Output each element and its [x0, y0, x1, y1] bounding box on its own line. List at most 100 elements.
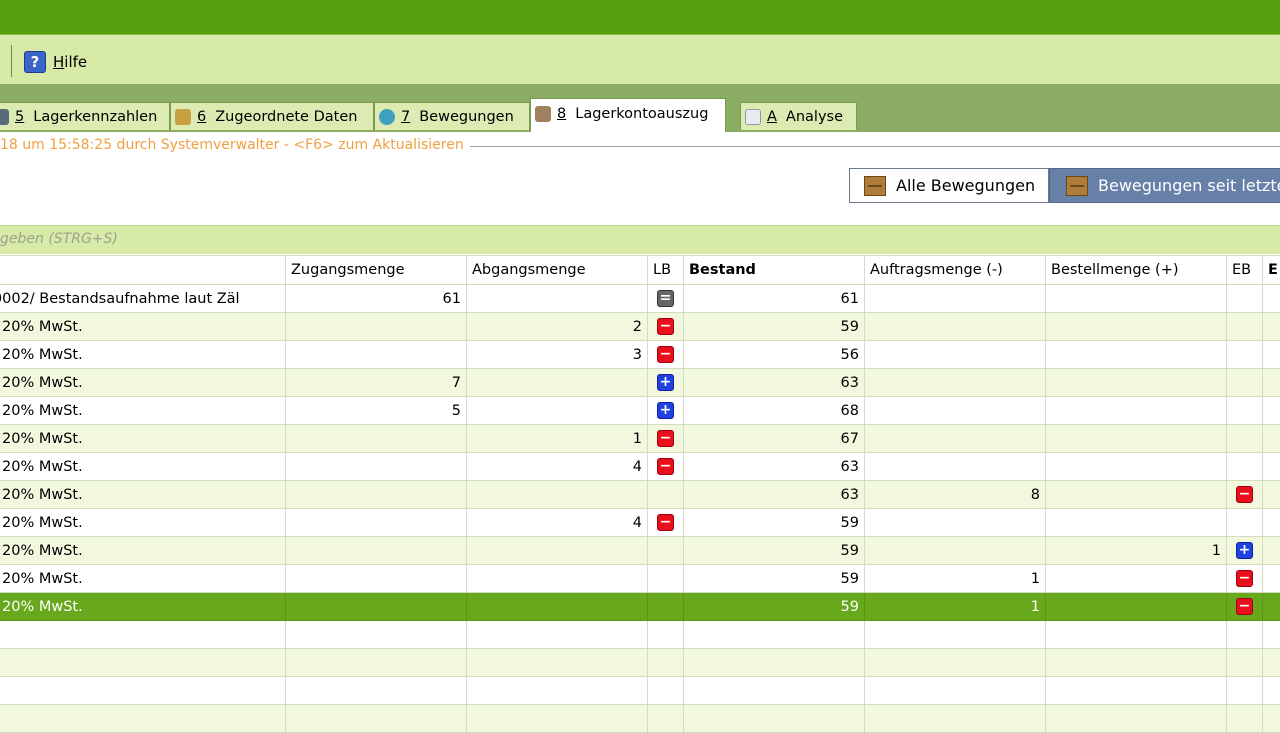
cell-eb: [1227, 649, 1263, 677]
cell-abgangsmenge: [467, 537, 648, 565]
filter-bar[interactable]: geben (STRG+S): [0, 225, 1280, 254]
minus-sign-icon: −: [657, 430, 674, 447]
tab-label: Analyse: [786, 109, 843, 125]
tab-number: 6: [197, 109, 206, 125]
cell-lb: −: [648, 341, 684, 369]
filter-hint: geben (STRG+S): [0, 231, 118, 247]
tab-lagerkontoauszug[interactable]: 8 Lagerkontoauszug: [530, 98, 726, 132]
tab-bewegungen[interactable]: 7 Bewegungen: [374, 102, 530, 130]
cell-zugangsmenge: [286, 621, 467, 649]
cell-auftragsmenge: 1: [865, 565, 1046, 593]
minus-sign-icon: −: [657, 346, 674, 363]
cell-bestand: 59: [684, 537, 865, 565]
cell-abgangsmenge: 2: [467, 313, 648, 341]
cell-eb: [1227, 369, 1263, 397]
cell-lb: [648, 593, 684, 621]
cell-eb: −: [1227, 593, 1263, 621]
tab-number: 5: [15, 109, 24, 125]
cell-eb: [1227, 313, 1263, 341]
cell-lb: [648, 649, 684, 677]
all-movements-button[interactable]: Alle Bewegungen: [849, 168, 1049, 203]
cell-eb: [1227, 621, 1263, 649]
cell-auftragsmenge: [865, 397, 1046, 425]
cell-e: [1263, 285, 1280, 313]
table-row[interactable]: [0, 649, 1280, 677]
cell-eb: [1227, 425, 1263, 453]
table-row[interactable]: el mit 20% MwSt.4−63: [0, 453, 1280, 481]
cell-bestellmenge: [1046, 481, 1227, 509]
table-row[interactable]: el mit 20% MwSt.2−59: [0, 313, 1280, 341]
help-menu-button[interactable]: ? Hilfe: [24, 50, 87, 74]
table-row[interactable]: [0, 705, 1280, 733]
cell-eb: [1227, 677, 1263, 705]
cell-eb: [1227, 285, 1263, 313]
cell-bestand: 63: [684, 453, 865, 481]
tab-label: Lagerkontoauszug: [575, 106, 708, 122]
table-row[interactable]: el mit 20% MwSt.591−: [0, 565, 1280, 593]
cell-eb: −: [1227, 565, 1263, 593]
column-header-text[interactable]: [0, 256, 286, 285]
cell-bestellmenge: [1046, 705, 1227, 733]
cell-auftragsmenge: [865, 649, 1046, 677]
tab-lagerkennzahlen[interactable]: 5 Lagerkennzahlen: [0, 102, 170, 130]
column-header-bestand[interactable]: Bestand: [684, 256, 865, 285]
tab-zugeordnete-daten[interactable]: 6 Zugeordnete Daten: [170, 102, 374, 130]
plus-sign-icon: +: [1236, 542, 1253, 559]
cell-e: [1263, 705, 1280, 733]
cell-e: [1263, 537, 1280, 565]
column-header-auftragsmenge[interactable]: Auftragsmenge (-): [865, 256, 1046, 285]
cell-bestand: 63: [684, 481, 865, 509]
cell-text: el mit 20% MwSt.: [0, 313, 286, 341]
box-icon: [864, 176, 886, 196]
table-row-selected[interactable]: el mit 20% MwSt.591−: [0, 593, 1280, 621]
cell-eb: [1227, 705, 1263, 733]
cell-abgangsmenge: [467, 565, 648, 593]
column-header-bestellmenge[interactable]: Bestellmenge (+): [1046, 256, 1227, 285]
cell-eb: [1227, 509, 1263, 537]
table-row[interactable]: el mit 20% MwSt.4−59: [0, 509, 1280, 537]
column-header-abgangsmenge[interactable]: Abgangsmenge: [467, 256, 648, 285]
cell-auftragsmenge: [865, 285, 1046, 313]
cell-bestand: [684, 649, 865, 677]
column-header-e[interactable]: E: [1263, 256, 1280, 285]
cell-text: [0, 705, 286, 733]
cell-auftragsmenge: 1: [865, 593, 1046, 621]
tab-label: Lagerkennzahlen: [33, 109, 157, 125]
cell-zugangsmenge: [286, 677, 467, 705]
table-row[interactable]: el mit 20% MwSt.591+: [0, 537, 1280, 565]
cell-e: [1263, 509, 1280, 537]
cell-e: [1263, 341, 1280, 369]
table-row[interactable]: el mit 20% MwSt.3−56: [0, 341, 1280, 369]
cell-zugangsmenge: [286, 565, 467, 593]
cell-lb: −: [648, 425, 684, 453]
column-header-zugangsmenge[interactable]: Zugangsmenge: [286, 256, 467, 285]
cell-abgangsmenge: 1: [467, 425, 648, 453]
table-row[interactable]: 10000002/ Bestandsaufnahme laut Zäl61=61: [0, 285, 1280, 313]
cell-bestand: 56: [684, 341, 865, 369]
cell-e: [1263, 481, 1280, 509]
movements-since-last-button[interactable]: Bewegungen seit letzter: [1049, 168, 1280, 203]
column-header-eb[interactable]: EB: [1227, 256, 1263, 285]
table-row[interactable]: el mit 20% MwSt.1−67: [0, 425, 1280, 453]
cell-lb: +: [648, 369, 684, 397]
cell-abgangsmenge: [467, 705, 648, 733]
table-row[interactable]: [0, 621, 1280, 649]
cell-lb: +: [648, 397, 684, 425]
table-row[interactable]: el mit 20% MwSt.7+63: [0, 369, 1280, 397]
cell-text: el mit 20% MwSt.: [0, 453, 286, 481]
box-icon: [1066, 176, 1088, 196]
table-row[interactable]: el mit 20% MwSt.638−: [0, 481, 1280, 509]
cell-text: el mit 20% MwSt.: [0, 369, 286, 397]
cell-zugangsmenge: [286, 453, 467, 481]
column-header-lb[interactable]: LB: [648, 256, 684, 285]
cell-eb: [1227, 397, 1263, 425]
cell-text: [0, 649, 286, 677]
window-titlebar: [0, 0, 1280, 34]
cell-auftragsmenge: [865, 677, 1046, 705]
cell-e: [1263, 649, 1280, 677]
cell-auftragsmenge: [865, 509, 1046, 537]
table-row[interactable]: [0, 677, 1280, 705]
cell-eb: +: [1227, 537, 1263, 565]
table-row[interactable]: el mit 20% MwSt.5+68: [0, 397, 1280, 425]
tab-analyse[interactable]: A Analyse: [740, 102, 857, 130]
